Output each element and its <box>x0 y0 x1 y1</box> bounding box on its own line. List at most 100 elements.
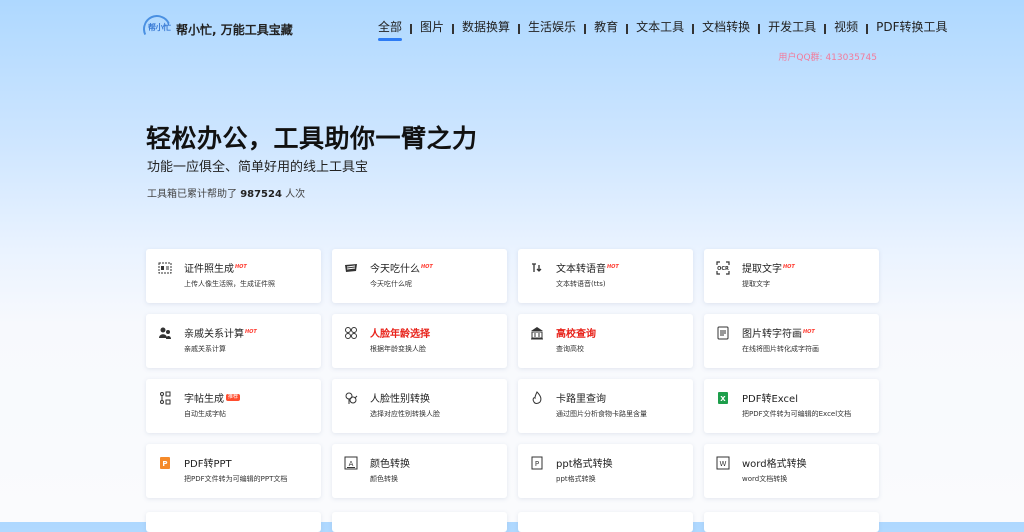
tool-card-title: 亲戚关系计算HOT <box>184 325 257 340</box>
ppt-icon: P <box>158 456 172 470</box>
svg-text:A: A <box>349 460 354 468</box>
help-counter-suffix: 人次 <box>285 189 306 200</box>
tool-card-title: 颜色转换 <box>370 455 410 470</box>
tool-card-title-text: PDF转PPT <box>184 459 232 470</box>
nav-separator <box>692 23 695 34</box>
hero-subtitle: 功能一应俱全、简单好用的线上工具宝 <box>147 160 369 175</box>
hot-badge: HOT <box>421 263 433 270</box>
tool-card-title-text: 人脸性别转换 <box>370 394 430 405</box>
nav-separator <box>410 23 413 34</box>
tool-card[interactable]: 人脸年龄选择 根据年龄变换人脸 <box>332 314 507 368</box>
tool-card-title: 字帖生成 推荐 <box>184 390 241 405</box>
tool-card[interactable]: 高校查询 查询高校 <box>518 314 693 368</box>
nav-item-6[interactable]: 文档转换 <box>702 18 750 39</box>
tool-card-title-text: PDF转Excel <box>742 394 798 405</box>
tool-card-title: 图片转字符画HOT <box>742 325 815 340</box>
tool-card-title-text: 提取文字 <box>742 264 782 275</box>
logo[interactable]: 帮小忙 <box>148 22 171 33</box>
help-counter-value: 987524 <box>240 189 282 200</box>
help-counter: 工具箱已累计帮助了 987524 人次 <box>147 185 305 200</box>
color-icon: A <box>344 456 358 470</box>
nav-item-8[interactable]: 视频 <box>834 18 858 39</box>
hot-badge: HOT <box>783 263 795 270</box>
text-to-speech-icon <box>530 261 544 275</box>
nav-separator <box>758 23 761 34</box>
tool-card[interactable]: 证件照生成HOT 上传人像生活照，生成证件照 <box>146 249 321 303</box>
word-icon: W <box>716 456 730 470</box>
nav-separator <box>452 23 455 34</box>
tool-card-partial[interactable] <box>146 512 321 532</box>
hero-title: 轻松办公，工具助你一臂之力 <box>146 124 478 153</box>
tool-card-title: PDF转PPT <box>184 455 232 470</box>
nav-item-2[interactable]: 数据换算 <box>462 18 510 39</box>
hot-badge: HOT <box>607 263 619 270</box>
tool-card-title: ppt格式转换 <box>556 455 613 470</box>
image-to-ascii-icon <box>716 326 730 340</box>
tool-card-title: 文本转语音HOT <box>556 260 619 275</box>
tool-card[interactable]: A 颜色转换 颜色转换 <box>332 444 507 498</box>
tool-card[interactable]: 字帖生成 推荐自动生成字帖 <box>146 379 321 433</box>
nav-item-3[interactable]: 生活娱乐 <box>528 18 576 39</box>
tool-card[interactable]: Wword格式转换 word文档转换 <box>704 444 879 498</box>
tool-card-title: 人脸性别转换 <box>370 390 430 405</box>
nav-item-7[interactable]: 开发工具 <box>768 18 816 39</box>
tool-card[interactable]: OCR 提取文字HOT 提取文字 <box>704 249 879 303</box>
svg-text:P: P <box>162 460 167 468</box>
id-photo-icon <box>158 261 172 275</box>
site-name[interactable]: 帮小忙, 万能工具宝藏 <box>176 21 293 38</box>
tool-card-title-text: 亲戚关系计算 <box>184 329 244 340</box>
tool-card-partial[interactable] <box>332 512 507 532</box>
gender-swap-icon <box>344 391 358 405</box>
nav-item-9[interactable]: PDF转换工具 <box>876 18 947 39</box>
tool-card-partial[interactable] <box>704 512 879 532</box>
tool-card[interactable]: 人脸性别转换 选择对应性别转换人脸 <box>332 379 507 433</box>
tool-card[interactable]: 图片转字符画HOT 在线将图片转化成字符画 <box>704 314 879 368</box>
nav-item-4[interactable]: 教育 <box>594 18 618 39</box>
tool-card-title-text: 人脸年龄选择 <box>370 329 430 340</box>
food-icon <box>344 261 358 275</box>
tool-card-title: 高校查询 <box>556 325 596 340</box>
tool-card[interactable]: 今天吃什么HOT 今天吃什么呢 <box>332 249 507 303</box>
svg-text:OCR: OCR <box>717 266 729 272</box>
ocr-icon: OCR <box>716 261 730 275</box>
tool-card-title-text: 字帖生成 <box>184 394 224 405</box>
tool-card[interactable]: 亲戚关系计算HOT 亲戚关系计算 <box>146 314 321 368</box>
tool-card[interactable]: Pppt格式转换 ppt格式转换 <box>518 444 693 498</box>
tool-card-title-text: 文本转语音 <box>556 264 606 275</box>
nav-separator <box>518 23 521 34</box>
tool-card[interactable]: P PDF转PPT 把PDF文件转为可编辑的PPT文档 <box>146 444 321 498</box>
university-icon <box>530 326 544 340</box>
nav-item-1[interactable]: 图片 <box>420 18 444 39</box>
tool-card-partial[interactable] <box>518 512 693 532</box>
nav-item-0[interactable]: 全部 <box>378 18 403 41</box>
hot-badge: HOT <box>235 263 247 270</box>
nav-separator <box>866 23 869 34</box>
tool-card[interactable]: 文本转语音HOT 文本转语音(tts) <box>518 249 693 303</box>
tool-card-desc: 亲戚关系计算 <box>184 345 226 353</box>
tool-card[interactable]: X PDF转Excel 把PDF文件转为可编辑的Excel文档 <box>704 379 879 433</box>
tool-card-title-text: ppt格式转换 <box>556 459 613 470</box>
recommend-badge: 推荐 <box>226 393 241 401</box>
tool-card-title: word格式转换 <box>742 455 807 470</box>
tool-card-title-text: word格式转换 <box>742 459 807 470</box>
tool-card-desc: 颜色转换 <box>370 475 398 483</box>
tool-card-desc: word文档转换 <box>742 475 788 483</box>
face-age-icon <box>344 326 358 340</box>
tool-card-desc: 今天吃什么呢 <box>370 280 412 288</box>
tool-card-desc: 提取文字 <box>742 280 770 288</box>
tool-card-desc: ppt格式转换 <box>556 475 596 483</box>
tool-card-title: 提取文字HOT <box>742 260 795 275</box>
nav-item-5[interactable]: 文本工具 <box>636 18 684 39</box>
tool-card-desc: 上传人像生活照，生成证件照 <box>184 280 275 288</box>
tool-card-title-text: 颜色转换 <box>370 459 410 470</box>
copybook-icon <box>158 391 172 405</box>
main-nav: 全部 图片 数据换算 生活娱乐 教育 文本工具 文档转换 开发工具 视频 PDF转换工具 <box>378 18 948 41</box>
tool-card-title: PDF转Excel <box>742 390 798 405</box>
tool-card-title-text: 证件照生成 <box>184 264 234 275</box>
tool-card-title-text: 高校查询 <box>556 329 596 340</box>
hot-badge: HOT <box>245 328 257 335</box>
tool-card-desc: 在线将图片转化成字符画 <box>742 345 819 353</box>
tool-card-title: 人脸年龄选择 <box>370 325 430 340</box>
tool-card[interactable]: 卡路里查询 通过图片分析食物卡路里含量 <box>518 379 693 433</box>
tool-card-desc: 自动生成字帖 <box>184 410 226 418</box>
